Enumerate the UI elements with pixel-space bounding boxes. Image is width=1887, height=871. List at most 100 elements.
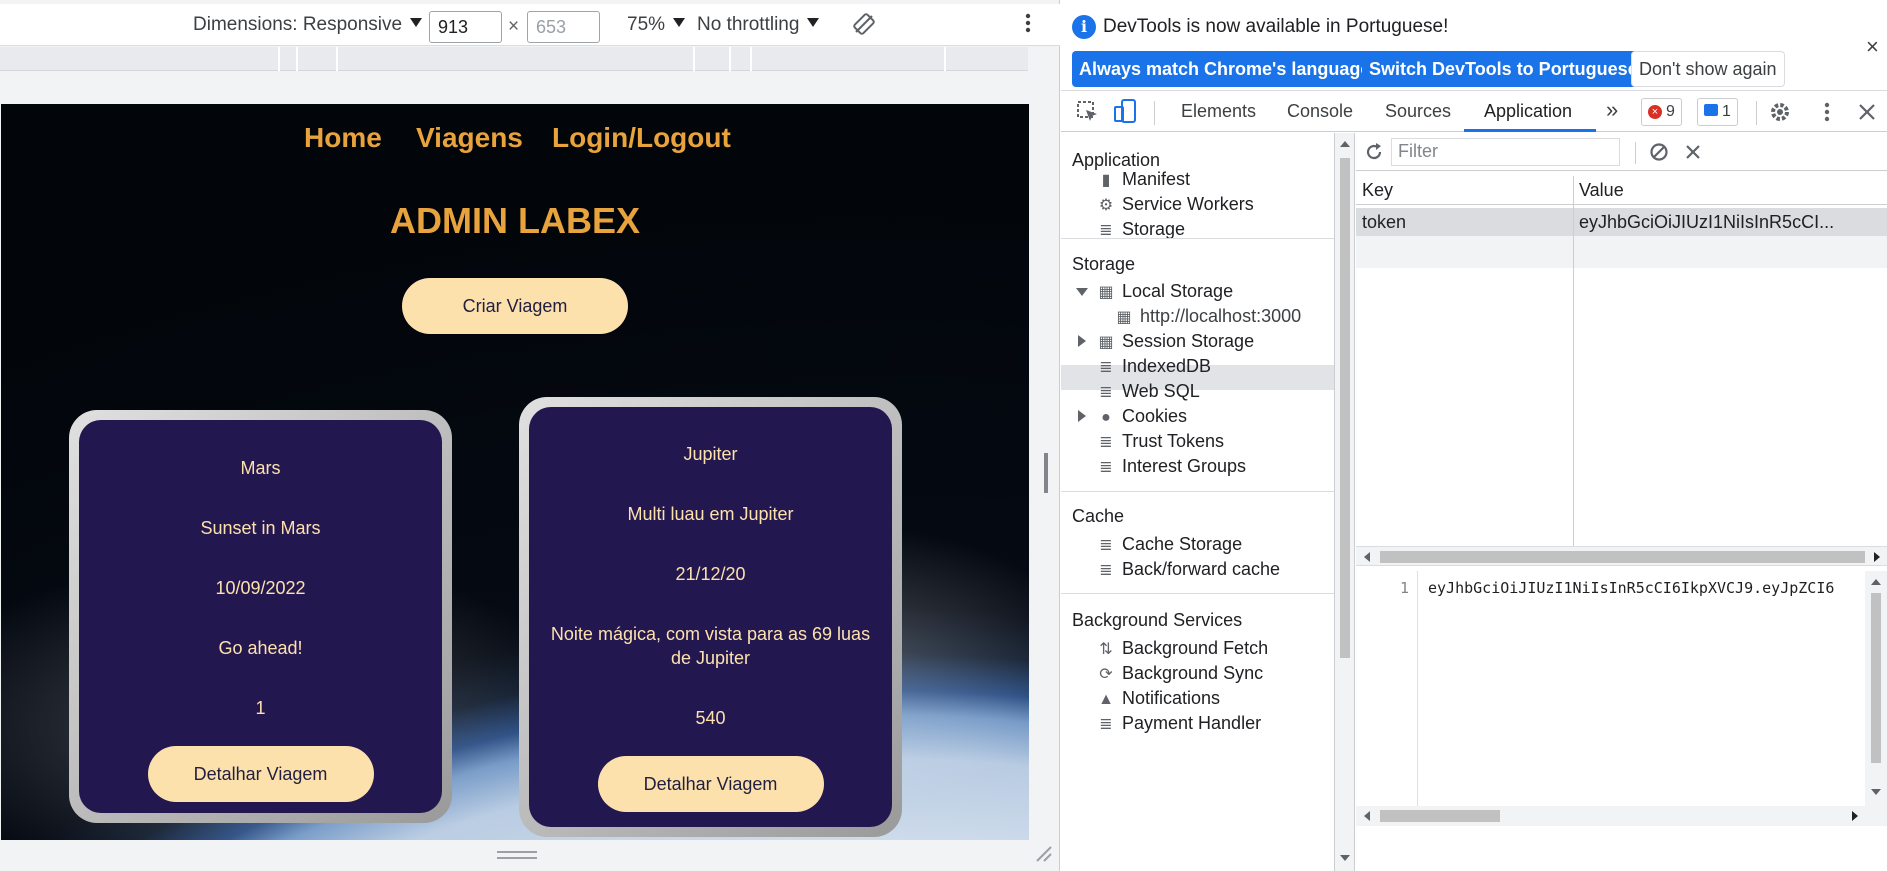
media-query-ruler[interactable] [0,47,1028,71]
scroll-down-arrow-icon[interactable] [1871,789,1881,795]
tab-application[interactable]: Application [1484,101,1572,122]
inspect-element-icon[interactable] [1076,100,1100,129]
sidebar-item-manifest[interactable]: ▮ Manifest [1096,167,1190,192]
rotate-icon[interactable] [853,13,875,41]
scroll-up-arrow-icon[interactable] [1340,141,1350,147]
scroll-right-arrow-icon[interactable] [1852,811,1858,821]
database-icon: ≣ [1099,716,1113,733]
empty-table-row[interactable] [1356,236,1887,268]
cell-key: token [1362,212,1407,232]
table-row[interactable]: token eyJhbGciOiJIUzI1NiIsInR5cCI... [1356,208,1887,236]
create-trip-button[interactable]: Criar Viagem [402,278,628,334]
scroll-up-arrow-icon[interactable] [1871,579,1881,585]
sidebar-item-notifications[interactable]: ▲ Notifications [1096,686,1220,711]
column-divider[interactable] [1573,176,1574,546]
bell-icon: ▲ [1098,691,1114,708]
sidebar-scrollbar[interactable] [1335,133,1355,871]
device-toggle-icon[interactable] [1113,98,1137,129]
dimensions-dropdown[interactable]: Dimensions: Responsive [193,14,423,36]
errors-badge[interactable]: × 9 [1641,98,1682,126]
always-match-language-button[interactable]: Always match Chrome's language [1072,51,1378,87]
sidebar-item-cookies[interactable]: ● Cookies [1096,404,1187,429]
preview-text[interactable]: eyJhbGciOiJIUzI1NiIsInR5cCI6IkpXVCJ9.eyJ… [1428,579,1867,597]
tab-sources[interactable]: Sources [1385,101,1451,122]
nav-home-link[interactable]: Home [304,122,382,154]
more-options-icon[interactable] [1025,12,1031,40]
storage-table-header: Key Value [1356,176,1887,205]
database-icon: ≣ [1099,384,1113,401]
column-header-value[interactable]: Value [1579,180,1879,201]
database-icon: ≣ [1099,537,1113,554]
scrollbar-thumb[interactable] [1380,551,1865,563]
database-icon: ≣ [1099,459,1113,476]
nav-login-link[interactable]: Login/Logout [552,122,731,154]
column-header-key[interactable]: Key [1362,180,1562,201]
sidebar-item-trust-tokens[interactable]: ≣ Trust Tokens [1096,429,1224,454]
chevron-down-icon [410,18,423,27]
width-input[interactable]: 913 [429,11,502,43]
trip-card-body: Mars Sunset in Mars 10/09/2022 Go ahead!… [79,420,442,813]
sidebar-item-background-sync[interactable]: ⟳ Background Sync [1096,661,1263,686]
dimensions-label: Dimensions: Responsive [193,14,403,35]
delete-selected-icon[interactable] [1685,144,1701,165]
sync-icon: ⟳ [1099,666,1113,683]
trip-description: Noite mágica, com vista para as 69 luas … [550,624,871,668]
messages-badge[interactable]: 1 [1697,98,1738,126]
scroll-left-arrow-icon[interactable] [1364,811,1370,821]
errors-count: 9 [1666,103,1675,120]
more-tabs-icon[interactable]: » [1606,97,1618,123]
close-devtools-icon[interactable] [1858,103,1876,126]
refresh-icon[interactable] [1364,142,1384,167]
scroll-left-arrow-icon[interactable] [1364,552,1370,562]
sidebar-item-localhost-origin[interactable]: ▦ http://localhost:3000 [1114,304,1301,329]
sidebar-item-interest-groups[interactable]: ≣ Interest Groups [1096,454,1246,479]
section-cache-heading: Cache [1072,506,1125,526]
cell-value: eyJhbGciOiJIUzI1NiIsInR5cCI... [1579,212,1835,232]
dont-show-again-button[interactable]: Don't show again [1631,51,1785,87]
language-infobar: i DevTools is now available in Portugues… [1061,0,1887,91]
sidebar-item-cache-storage[interactable]: ≣ Cache Storage [1096,532,1242,557]
preview-vertical-scrollbar[interactable] [1865,571,1887,806]
scroll-right-arrow-icon[interactable] [1874,552,1880,562]
scrollbar-thumb[interactable] [1871,593,1881,763]
database-icon: ≣ [1099,434,1113,451]
section-background-services-heading: Background Services [1072,610,1243,630]
zoom-dropdown[interactable]: 75% [627,14,686,36]
expand-arrow-icon[interactable] [1076,288,1088,296]
table-horizontal-scrollbar[interactable] [1356,546,1887,566]
sidebar-item-background-fetch[interactable]: ⇅ Background Fetch [1096,636,1268,661]
clear-all-icon[interactable] [1649,142,1669,167]
nav-viagens-link[interactable]: Viagens [416,122,523,154]
collapse-arrow-icon[interactable] [1078,335,1086,347]
sidebar-item-payment-handler[interactable]: ≣ Payment Handler [1096,711,1261,736]
trip-details-button[interactable]: Detalhar Viagem [147,746,374,802]
viewport-resize-handle[interactable] [1044,453,1048,493]
chevron-down-icon [807,18,820,27]
sidebar-item-service-workers[interactable]: ⚙ Service Workers [1096,192,1254,217]
sidebar-item-local-storage[interactable]: ▦ Local Storage [1096,279,1233,304]
close-icon[interactable]: × [1866,34,1879,60]
tab-console[interactable]: Console [1287,101,1353,122]
collapse-arrow-icon[interactable] [1078,410,1086,422]
switch-to-portuguese-button[interactable]: Switch DevTools to Portuguese [1362,51,1645,87]
sidebar-item-web-sql[interactable]: ≣ Web SQL [1096,379,1199,404]
height-input[interactable]: 653 [527,11,600,43]
sidebar-item-indexeddb[interactable]: ≣ IndexedDB [1096,354,1211,379]
throttling-dropdown[interactable]: No throttling [697,14,820,36]
tab-elements[interactable]: Elements [1181,101,1256,122]
viewport-height-grip[interactable] [497,851,537,859]
customize-menu-icon[interactable] [1824,101,1830,128]
preview-horizontal-scrollbar[interactable] [1356,806,1887,826]
sidebar-item-back-forward-cache[interactable]: ≣ Back/forward cache [1096,557,1280,582]
storage-filter-bar: Filter [1356,133,1887,171]
scrollbar-thumb[interactable] [1380,810,1500,822]
filter-input[interactable]: Filter [1391,138,1620,166]
corner-resize-icon[interactable] [1035,845,1053,868]
scrollbar-thumb[interactable] [1340,158,1350,658]
settings-gear-icon[interactable] [1768,100,1792,129]
scroll-down-arrow-icon[interactable] [1340,855,1350,861]
gear-icon: ⚙ [1098,197,1114,214]
trip-details-button[interactable]: Detalhar Viagem [597,756,824,812]
sidebar-item-session-storage[interactable]: ▦ Session Storage [1096,329,1254,354]
times-sign: × [508,16,520,37]
